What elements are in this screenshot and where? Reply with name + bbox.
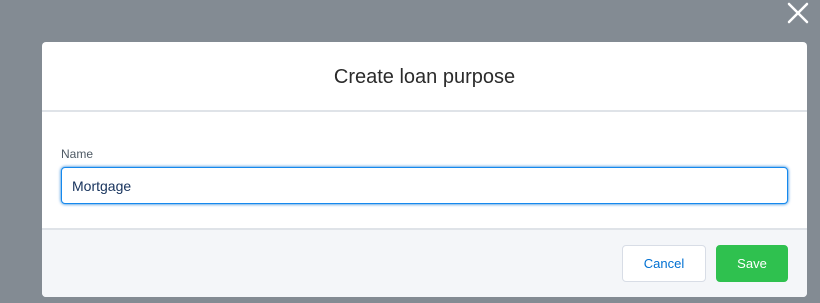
close-modal-button[interactable] [784, 0, 812, 28]
modal-title: Create loan purpose [333, 65, 516, 88]
create-loan-purpose-modal: Create loan purpose Name Cancel Save [42, 42, 807, 297]
modal-footer: Cancel Save [42, 228, 807, 297]
close-icon [787, 2, 809, 24]
cancel-button[interactable]: Cancel [622, 245, 706, 282]
modal-header: Create loan purpose [42, 42, 807, 112]
modal-body: Name [42, 112, 807, 228]
name-field-label: Name [61, 147, 94, 161]
name-input[interactable] [61, 167, 788, 204]
save-button[interactable]: Save [716, 245, 788, 282]
